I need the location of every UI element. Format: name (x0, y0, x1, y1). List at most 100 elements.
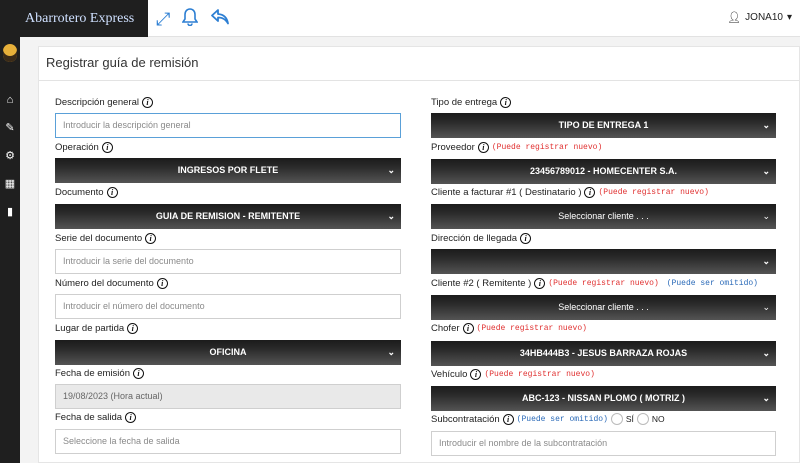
documento-label: Documento i (55, 187, 118, 198)
info-icon[interactable]: i (141, 97, 153, 108)
settings-icon[interactable]: ⚙ (0, 146, 20, 166)
label-text: Subcontratación (431, 413, 500, 425)
operacion-label: Operación i (55, 142, 113, 153)
proveedor-select[interactable]: 23456789012 - HOMECENTER S.A. ⌄ (431, 159, 776, 184)
omit-note: (Puede ser omitido) (666, 279, 758, 288)
vehiculo-select[interactable]: ABC-123 - NISSAN PLOMO ( MOTRIZ ) ⌄ (431, 386, 776, 411)
label-text: Número del documento (55, 278, 154, 289)
label-text: Proveedor (431, 142, 475, 153)
home-icon[interactable]: ⌂ (0, 90, 20, 110)
register-note[interactable]: (Puede registrar nuevo) (548, 279, 658, 288)
reply-icon[interactable] (210, 8, 230, 29)
user-menu[interactable]: 👤︎ JONA10 ▾ (727, 11, 792, 24)
label-text: Chofer (431, 323, 460, 334)
label-text: Fecha de salida (55, 412, 123, 423)
subcontratacion-label: Subcontratación i (Puede ser omitido) SÍ… (431, 413, 665, 425)
info-icon[interactable]: i (502, 413, 514, 425)
radio-yes[interactable] (610, 413, 623, 425)
numero-label: Número del documento i (55, 278, 168, 289)
calendar-icon[interactable]: ▦ (0, 174, 20, 194)
salida-label: Fecha de salida i (55, 412, 137, 423)
info-icon[interactable]: i (534, 278, 546, 289)
subcontratacion-input[interactable]: Introducir el nombre de la subcontrataci… (431, 431, 776, 456)
expand-icon[interactable]: ⤢ (156, 10, 170, 28)
cliente2-label: Cliente #2 ( Remitente ) i (Puede registra… (431, 278, 758, 289)
info-icon[interactable]: i (125, 412, 137, 423)
salida-input[interactable]: Seleccione la fecha de salida (55, 429, 401, 454)
info-icon[interactable]: i (101, 142, 113, 153)
brand-logo[interactable]: Abarrotero Express (0, 0, 148, 37)
radio-yes-label: SÍ (625, 414, 634, 424)
direccion-label: Dirección de llegada i (431, 233, 532, 244)
chevron-down-icon: ⌄ (387, 165, 395, 175)
info-icon[interactable]: i (145, 233, 157, 244)
register-note[interactable]: (Puede registrar nuevo) (492, 143, 602, 152)
lugar-label: Lugar de partida i (55, 323, 139, 334)
emision-label: Fecha de emisión i (55, 368, 144, 379)
register-note[interactable]: (Puede registrar nuevo) (477, 324, 587, 333)
select-value: Seleccionar cliente . . . (558, 302, 649, 312)
chevron-down-icon: ⌄ (762, 393, 770, 403)
info-icon[interactable]: i (520, 233, 532, 244)
chevron-down-icon: ⌄ (387, 347, 395, 357)
info-icon[interactable]: i (156, 278, 168, 289)
top-icons: ⤢ (156, 0, 230, 37)
page-title: Registrar guía de remisión (39, 47, 799, 81)
info-icon[interactable]: i (127, 323, 139, 334)
operacion-select[interactable]: INGRESOS POR FLETE ⌄ (55, 158, 401, 183)
lugar-select[interactable]: OFICINA ⌄ (55, 340, 401, 365)
label-text: Documento (55, 187, 104, 198)
label-text: Operación (55, 142, 99, 153)
info-icon[interactable]: i (106, 187, 118, 198)
omit-note: (Puede ser omitido) (516, 414, 608, 424)
chevron-down-icon: ⌄ (762, 166, 770, 176)
cliente1-label: Cliente a facturar #1 ( Destinatario ) i(… (431, 187, 709, 198)
label-text: Lugar de partida (55, 323, 125, 334)
label-text: Serie del documento (55, 233, 143, 244)
tipo-select[interactable]: TIPO DE ENTREGA 1 ⌄ (431, 113, 776, 138)
numero-input[interactable]: Introducir el número del documento (55, 294, 401, 319)
select-value: OFICINA (209, 347, 247, 357)
info-icon[interactable]: i (477, 142, 489, 153)
register-note[interactable]: (Puede registrar nuevo) (598, 188, 708, 197)
user-icon: 👤︎ (727, 12, 742, 24)
info-icon[interactable]: i (584, 187, 596, 198)
radio-no-label: NO (651, 414, 665, 424)
register-note[interactable]: (Puede registrar nuevo) (484, 370, 594, 379)
chevron-down-icon: ⌄ (387, 211, 395, 221)
form-panel: Registrar guía de remisión Descripción g… (38, 46, 800, 463)
chofer-select[interactable]: 34HB444B3 - JESUS BARRAZA ROJAS ⌄ (431, 341, 776, 366)
select-value: TIPO DE ENTREGA 1 (558, 120, 649, 130)
avatar (3, 44, 17, 62)
chevron-down-icon: ⌄ (762, 348, 770, 358)
tipo-label: Tipo de entrega i (431, 97, 512, 108)
label-text: Dirección de llegada (431, 233, 518, 244)
edit-icon[interactable]: ✎ (0, 118, 20, 138)
radio-no[interactable] (636, 413, 649, 425)
info-icon[interactable]: i (462, 323, 474, 334)
top-bar: Abarrotero Express ⤢ 👤︎ JONA10 ▾ (0, 0, 800, 37)
direccion-select[interactable]: ⌄ (431, 249, 776, 274)
chevron-down-icon: ⌄ (762, 256, 770, 266)
proveedor-label: Proveedor i (Puede registrar nuevo) (431, 142, 602, 153)
cliente1-select[interactable]: Seleccionar cliente . . . ⌄ (431, 204, 776, 229)
vehiculo-label: Vehículo i (Puede registrar nuevo) (431, 369, 595, 380)
descripcion-label: Descripción general i (55, 97, 153, 108)
descripcion-input[interactable]: Introducir la descripción general (55, 113, 401, 138)
cliente2-select[interactable]: Seleccionar cliente . . . ⌄ (431, 295, 776, 320)
info-icon[interactable]: i (132, 368, 144, 379)
user-name: JONA10 (745, 12, 783, 23)
sidebar: ⌂ ✎ ⚙ ▦ ▮ (0, 37, 20, 463)
documento-select[interactable]: GUIA DE REMISION - REMITENTE ⌄ (55, 204, 401, 229)
info-icon[interactable]: i (500, 97, 512, 108)
info-icon[interactable]: i (470, 369, 482, 380)
chart-icon[interactable]: ▮ (0, 202, 20, 222)
caret-down-icon: ▾ (786, 12, 792, 23)
label-text: Fecha de emisión (55, 368, 130, 379)
label-text: Cliente #2 ( Remitente ) (431, 278, 532, 289)
label-text: Descripción general (55, 97, 139, 108)
serie-input[interactable]: Introducir la serie del documento (55, 249, 401, 274)
select-value: GUIA DE REMISION - REMITENTE (155, 211, 301, 221)
chevron-down-icon: ⌄ (762, 120, 770, 130)
bell-icon[interactable] (181, 8, 199, 29)
